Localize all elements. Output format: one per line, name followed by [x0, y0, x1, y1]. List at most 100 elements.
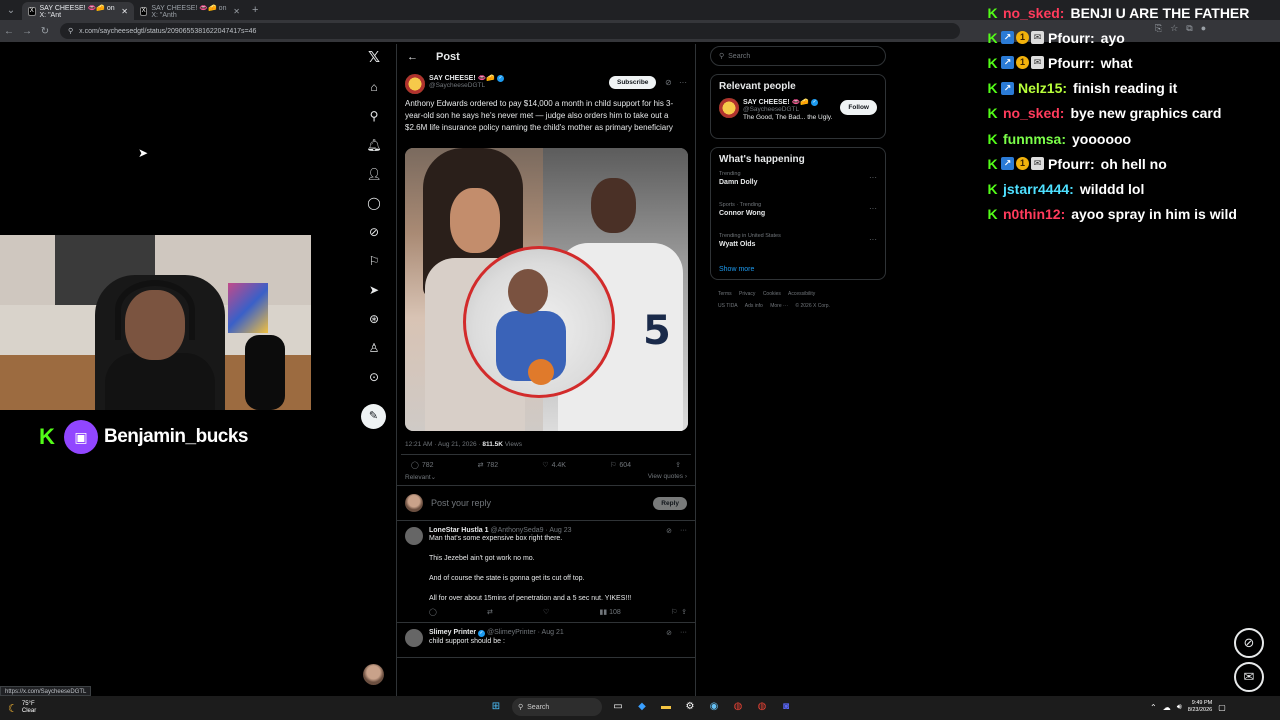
person-avatar[interactable]: [719, 98, 739, 118]
author-handle[interactable]: @SaycheeseDGTL: [429, 82, 504, 89]
system-clock[interactable]: 9:49 PM 8/23/2026: [1188, 700, 1212, 714]
back-arrow-icon[interactable]: ←: [407, 51, 418, 63]
more-options-icon[interactable]: ···: [869, 204, 877, 213]
reply-button[interactable]: Reply: [653, 496, 687, 510]
person-handle[interactable]: @SaycheeseDGTL: [743, 106, 832, 113]
reply-avatar[interactable]: [405, 527, 423, 545]
reply-action[interactable]: ◯ 782: [411, 461, 434, 470]
footer-link[interactable]: More ···: [770, 303, 788, 309]
task-view-icon[interactable]: ▭: [610, 699, 626, 715]
grok-icon[interactable]: ⊘: [362, 222, 386, 242]
more-icon[interactable]: ⊙: [362, 367, 386, 387]
sort-replies-dropdown[interactable]: Relevant⌄: [405, 473, 436, 481]
heart-icon[interactable]: ♡: [543, 608, 549, 616]
file-explorer-icon[interactable]: ▬: [658, 699, 674, 715]
tab-list-icon[interactable]: ⌄: [0, 5, 22, 16]
author-name[interactable]: SAY CHEESE! 👄🧀: [429, 74, 495, 82]
footer-link[interactable]: Terms: [718, 291, 732, 297]
close-tab-icon[interactable]: ✕: [121, 7, 128, 16]
account-avatar[interactable]: [363, 664, 384, 685]
volume-icon[interactable]: 🔊︎: [1177, 702, 1182, 712]
settings-icon[interactable]: ⚙: [682, 699, 698, 715]
address-bar[interactable]: ⚲ x.com/saycheesedgtl/status/20906553816…: [60, 23, 960, 39]
back-icon[interactable]: ←: [0, 26, 18, 37]
notifications-icon[interactable]: 🔔︎: [362, 135, 386, 155]
notifications-icon[interactable]: ▢: [1218, 703, 1226, 712]
profile-icon[interactable]: ♙: [362, 338, 386, 358]
windows-start-icon[interactable]: ⊞: [488, 699, 504, 715]
forward-icon[interactable]: →: [18, 26, 36, 37]
reply-post[interactable]: Slimey Printer ✓ @SlimeyPrinter · Aug 21…: [397, 623, 695, 658]
search-field[interactable]: ⚲ Search: [710, 46, 886, 66]
footer-link[interactable]: US TIDA: [718, 303, 738, 309]
footer-link[interactable]: Cookies: [763, 291, 781, 297]
like-action[interactable]: ♡ 4.4K: [542, 461, 566, 470]
weather-widget[interactable]: ☾ 75°F Clear: [0, 701, 36, 715]
grok-icon[interactable]: ⊘: [666, 527, 672, 535]
more-options-icon[interactable]: ···: [869, 235, 877, 244]
post-image[interactable]: 5: [405, 148, 688, 431]
premium-icon[interactable]: ➤: [362, 280, 386, 300]
bookmarks-icon[interactable]: ⚐: [362, 251, 386, 271]
taskbar-search[interactable]: ⚲ Search: [512, 698, 602, 716]
reply-input[interactable]: Post your reply: [431, 498, 491, 508]
grok-floating-icon[interactable]: ⊘: [1234, 628, 1264, 658]
share-icon[interactable]: ⇪: [675, 461, 681, 469]
steam-icon[interactable]: ◉: [706, 699, 722, 715]
footer-link[interactable]: Privacy: [739, 291, 755, 297]
site-info-icon[interactable]: ⚲: [68, 27, 73, 35]
grok-icon[interactable]: ⊘: [665, 78, 672, 87]
reply-post[interactable]: LoneStar Hustla 1 @AnthonySeda9 · Aug 23…: [397, 521, 695, 623]
search-icon[interactable]: ⚲: [362, 106, 386, 126]
reply-author-name[interactable]: Slimey Printer: [429, 629, 476, 636]
discord-icon[interactable]: ◙: [778, 699, 794, 715]
messages-floating-icon[interactable]: ✉: [1234, 662, 1264, 692]
footer-link[interactable]: Ads info: [745, 303, 763, 309]
network-icon[interactable]: ☁: [1163, 703, 1171, 712]
close-tab-icon[interactable]: ✕: [233, 7, 240, 16]
trend-item[interactable]: Trending in United States Wyatt Olds ···: [719, 233, 877, 264]
new-tab-icon[interactable]: +: [246, 4, 264, 16]
repost-action[interactable]: ⇄ 782: [478, 461, 499, 470]
chrome-alt-icon[interactable]: ◍: [754, 699, 770, 715]
messages-icon[interactable]: ◯: [362, 193, 386, 213]
reply-icon[interactable]: ◯: [429, 608, 437, 616]
view-quotes-link[interactable]: View quotes ›: [648, 473, 687, 481]
x-logo-icon[interactable]: 𝕏: [362, 48, 386, 68]
footer-link[interactable]: Accessibility: [788, 291, 815, 297]
post-text: Anthony Edwards ordered to pay $14,000 a…: [405, 99, 674, 132]
reload-icon[interactable]: ↻: [36, 26, 54, 37]
reply-author-name[interactable]: LoneStar Hustla 1: [429, 527, 489, 534]
show-more-link[interactable]: Show more: [719, 264, 877, 273]
trend-item[interactable]: Sports · Trending Connor Wong ···: [719, 202, 877, 233]
repost-icon[interactable]: ⇄: [487, 608, 493, 616]
home-icon[interactable]: ⌂: [362, 77, 386, 97]
more-options-icon[interactable]: ···: [679, 78, 687, 87]
reply-author-handle[interactable]: @AnthonySeda9 · Aug 23: [490, 527, 571, 534]
more-options-icon[interactable]: ···: [680, 527, 687, 535]
grok-icon[interactable]: ⊘: [666, 629, 672, 637]
follow-button[interactable]: Follow: [840, 100, 877, 115]
compose-post-button[interactable]: ✎: [361, 404, 386, 429]
chrome-icon[interactable]: ◍: [730, 699, 746, 715]
subscribe-button[interactable]: Subscribe: [609, 76, 657, 89]
bookmark-icon[interactable]: ⚐ ⇪: [671, 608, 687, 616]
copilot-icon[interactable]: ◆: [634, 699, 650, 715]
reply-avatar[interactable]: [405, 629, 423, 647]
reply-author-handle[interactable]: @SlimeyPrinter · Aug 21: [487, 629, 564, 636]
trend-item[interactable]: Trending Damn Dolly ···: [719, 171, 877, 202]
chat-text: what: [1100, 54, 1133, 71]
person-name[interactable]: SAY CHEESE! 👄🧀: [743, 98, 809, 106]
relevant-person[interactable]: SAY CHEESE! 👄🧀 ✓ @SaycheeseDGTL The Good,…: [719, 98, 877, 132]
more-options-icon[interactable]: ···: [869, 173, 877, 182]
bookmark-action[interactable]: ⚐ 604: [610, 461, 631, 470]
more-options-icon[interactable]: ···: [680, 629, 687, 637]
browser-tab[interactable]: X SAY CHEESE! 👄🧀 on X: "Anth ✕: [134, 2, 246, 20]
verified-orgs-icon[interactable]: ⊛: [362, 309, 386, 329]
follow-icon[interactable]: 👤︎: [362, 164, 386, 184]
post-timestamp[interactable]: 12:21 AM · Aug 21, 2026 ·: [405, 441, 482, 448]
tray-chevron-icon[interactable]: ⌃: [1150, 703, 1157, 712]
author-avatar[interactable]: [405, 74, 425, 94]
views-action[interactable]: ▮▮ 108: [599, 608, 620, 616]
browser-tab[interactable]: X SAY CHEESE! 👄🧀 on X: "Ant ✕: [22, 2, 134, 20]
